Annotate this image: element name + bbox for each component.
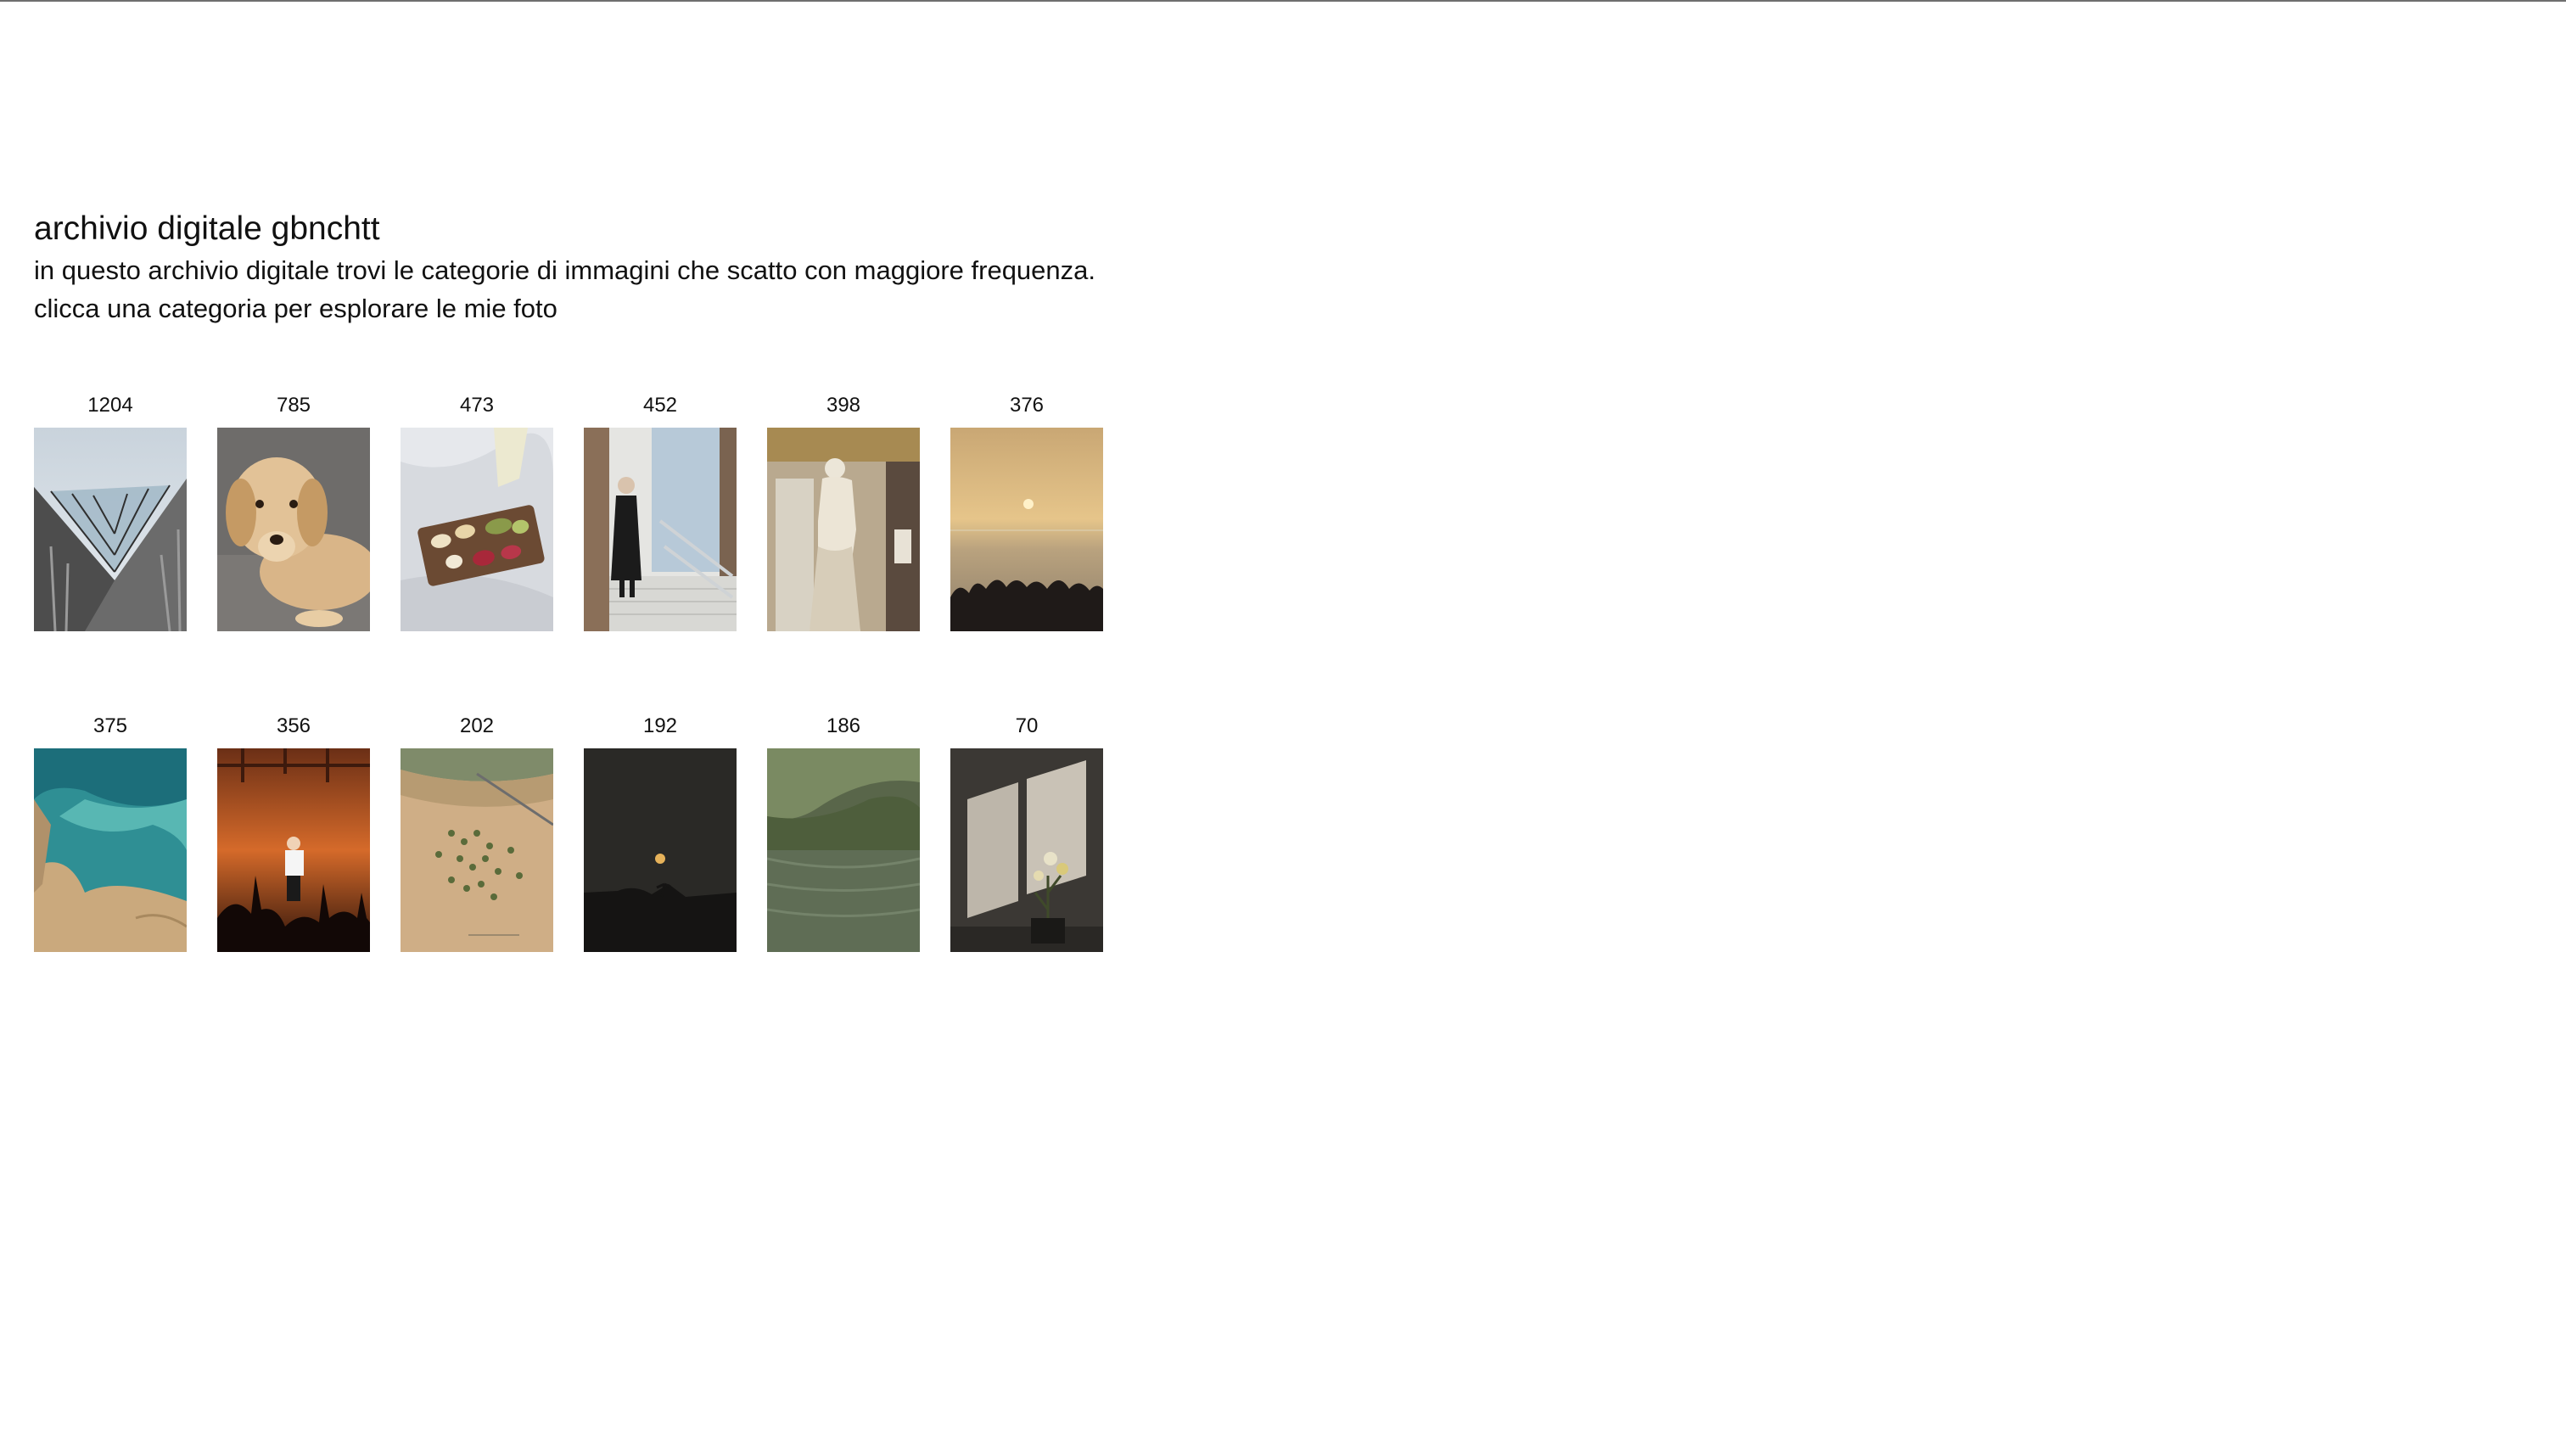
category-count: 1204	[87, 394, 133, 417]
turquoise-water-rocks-photo[interactable]	[34, 748, 187, 952]
aerial-landscape-trees-photo[interactable]	[401, 748, 553, 952]
category-count: 375	[92, 714, 128, 737]
category-grid: 1204 785 473 452 398 376 375 356 202 192…	[34, 392, 1103, 1033]
marble-statue-museum-photo[interactable]	[767, 428, 920, 631]
forest-lake-reflection-photo[interactable]	[767, 748, 920, 952]
category-count: 452	[642, 394, 678, 417]
category-card[interactable]: 356	[217, 713, 370, 952]
page-description: in questo archivio digitale trovi le cat…	[34, 251, 1392, 328]
moon-night-sky-photo[interactable]	[584, 748, 737, 952]
category-row-1: 1204 785 473 452 398 376	[34, 392, 1103, 631]
category-card[interactable]: 398	[767, 392, 920, 631]
category-card[interactable]: 452	[584, 392, 737, 631]
golden-retriever-photo[interactable]	[217, 428, 370, 631]
category-card[interactable]: 473	[401, 392, 553, 631]
category-card[interactable]: 202	[401, 713, 553, 952]
category-count: 785	[276, 394, 311, 417]
window-shadow-flowers-photo[interactable]	[950, 748, 1103, 952]
top-border	[0, 0, 2566, 2]
sunset-over-sea-crowd-photo[interactable]	[950, 428, 1103, 631]
category-card[interactable]: 70	[950, 713, 1103, 952]
food-tray-on-sheets-photo[interactable]	[401, 428, 553, 631]
category-count: 186	[826, 714, 861, 737]
category-card[interactable]: 785	[217, 392, 370, 631]
category-row-2: 375 356 202 192 186 70	[34, 713, 1103, 952]
category-card[interactable]: 375	[34, 713, 187, 952]
category-card[interactable]: 1204	[34, 392, 187, 631]
category-count: 192	[642, 714, 678, 737]
page-header: archivio digitale gbnchtt in questo arch…	[34, 209, 1392, 328]
description-line-1: in questo archivio digitale trovi le cat…	[34, 255, 1096, 285]
person-on-stairs-photo[interactable]	[584, 428, 737, 631]
category-count: 356	[276, 714, 311, 737]
description-line-2: clicca una categoria per esplorare le mi…	[34, 294, 557, 323]
architecture-glass-roof-photo[interactable]	[34, 428, 187, 631]
category-count: 398	[826, 394, 861, 417]
category-card[interactable]: 376	[950, 392, 1103, 631]
category-card[interactable]: 186	[767, 713, 920, 952]
category-count: 70	[1015, 714, 1039, 737]
category-count: 473	[459, 394, 495, 417]
category-count: 202	[459, 714, 495, 737]
concert-stage-orange-photo[interactable]	[217, 748, 370, 952]
category-count: 376	[1009, 394, 1045, 417]
category-card[interactable]: 192	[584, 713, 737, 952]
page-title: archivio digitale gbnchtt	[34, 210, 380, 247]
